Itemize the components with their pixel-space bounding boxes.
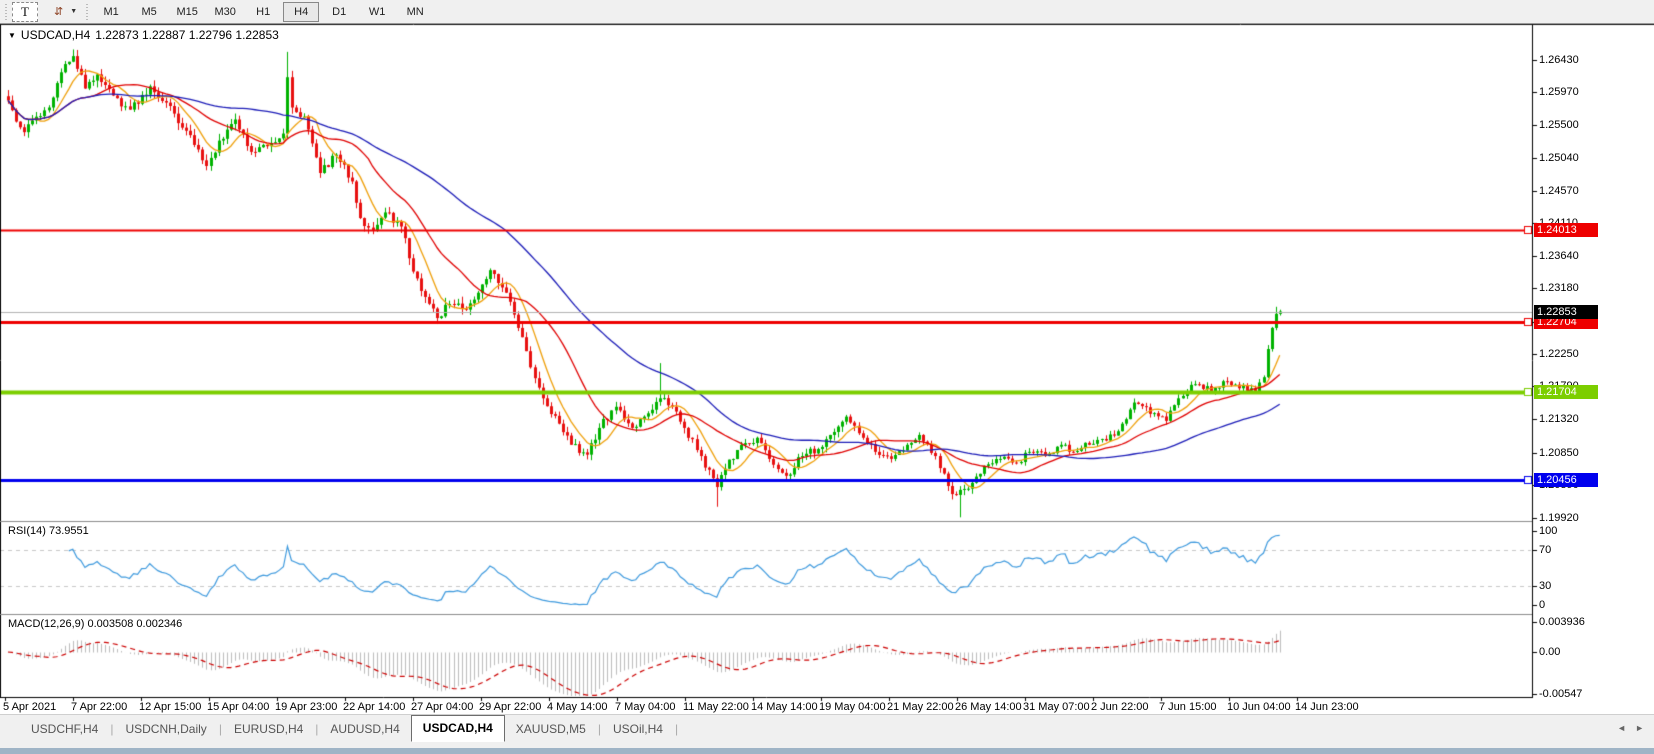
time-axis-label: 7 May 04:00	[615, 701, 676, 713]
timeframe-button-h1[interactable]: H1	[245, 2, 281, 22]
price-axis-tick-label: 1.23640	[1539, 250, 1579, 262]
time-axis-label: 29 Apr 22:00	[479, 701, 541, 713]
chart-tab-usdchf-h4[interactable]: USDCHF,H4	[20, 718, 109, 740]
time-axis-label: 31 May 07:00	[1023, 701, 1090, 713]
timeframe-button-m1[interactable]: M1	[93, 2, 129, 22]
macd-axis-label: -0.00547	[1539, 688, 1582, 700]
price-axis-tick-label: 1.23180	[1539, 282, 1579, 294]
rsi-axis-label: 30	[1539, 580, 1551, 592]
rsi-axis-label: 0	[1539, 599, 1545, 611]
chart-plot-area[interactable]	[0, 0, 1654, 754]
toolbar-grip[interactable]	[84, 4, 89, 20]
price-axis-tick-label: 1.25970	[1539, 86, 1579, 98]
chart-tab-bar: USDCHF,H4|USDCNH,Daily|EURUSD,H4|AUDUSD,…	[0, 714, 1654, 743]
timeframe-button-w1[interactable]: W1	[359, 2, 395, 22]
current-price-tag: 1.22853	[1534, 305, 1598, 319]
macd-axis-label: 0.00	[1539, 646, 1560, 658]
macd-indicator-label: MACD(12,26,9) 0.003508 0.002346	[8, 618, 182, 630]
taskbar-edge	[0, 748, 1654, 754]
tab-scroll-right-icon[interactable]: ►	[1635, 723, 1644, 733]
chart-title-ohlc: 1.22873 1.22887 1.22796 1.22853	[95, 28, 279, 42]
text-tool-button[interactable]: T	[12, 2, 38, 22]
rsi-axis-label: 100	[1539, 525, 1557, 537]
timeframe-button-m30[interactable]: M30	[207, 2, 243, 22]
timeframe-button-d1[interactable]: D1	[321, 2, 357, 22]
price-axis-tick-label: 1.21320	[1539, 413, 1579, 425]
timeframe-button-m15[interactable]: M15	[169, 2, 205, 22]
chart-tab-usoil-h4[interactable]: USOil,H4	[602, 718, 674, 740]
time-axis-label: 22 Apr 14:00	[343, 701, 405, 713]
price-axis-tick-label: 1.20850	[1539, 447, 1579, 459]
time-axis-label: 2 Jun 22:00	[1091, 701, 1149, 713]
hline-price-tag: 1.20456	[1534, 473, 1598, 487]
time-axis-label: 15 Apr 04:00	[207, 701, 269, 713]
chart-title-symbol: USDCAD,H4	[21, 28, 90, 42]
timeframe-button-m5[interactable]: M5	[131, 2, 167, 22]
timeframe-button-mn[interactable]: MN	[397, 2, 433, 22]
chart-tab-usdcnh-daily[interactable]: USDCNH,Daily	[114, 718, 217, 740]
macd-axis-label: 0.003936	[1539, 616, 1585, 628]
time-axis-label: 5 Apr 2021	[3, 701, 56, 713]
price-axis-tick-label: 1.19920	[1539, 512, 1579, 524]
time-axis-label: 19 May 04:00	[819, 701, 886, 713]
tab-separator: |	[674, 722, 679, 736]
price-axis-tick-label: 1.22250	[1539, 348, 1579, 360]
arrange-icon[interactable]: ⇵	[50, 2, 65, 22]
timeframe-toolbar: T ⇵ ▼ M1M5M15M30H1H4D1W1MN	[0, 0, 1654, 24]
time-axis-label: 27 Apr 04:00	[411, 701, 473, 713]
rsi-indicator-label: RSI(14) 73.9551	[8, 525, 89, 537]
time-axis-label: 11 May 22:00	[683, 701, 749, 713]
time-axis-label: 14 Jun 23:00	[1295, 701, 1359, 713]
chart-tab-audusd-h4[interactable]: AUDUSD,H4	[319, 718, 410, 740]
time-axis-label: 21 May 22:00	[887, 701, 954, 713]
price-axis-tick-label: 1.24570	[1539, 185, 1579, 197]
price-axis-tick-label: 1.25500	[1539, 119, 1579, 131]
price-axis-tick-label: 1.26430	[1539, 54, 1579, 66]
chart-title: ▼ USDCAD,H4 1.22873 1.22887 1.22796 1.22…	[8, 28, 279, 42]
toolbar-grip[interactable]	[3, 4, 8, 20]
chart-tab-eurusd-h4[interactable]: EURUSD,H4	[223, 718, 314, 740]
hline-price-tag: 1.21704	[1534, 385, 1598, 399]
timeframe-button-h4[interactable]: H4	[283, 2, 319, 22]
chart-tab-usdcad-h4[interactable]: USDCAD,H4	[411, 715, 505, 742]
time-axis-label: 4 May 14:00	[547, 701, 608, 713]
time-axis-label: 26 May 14:00	[955, 701, 1022, 713]
time-axis-label: 14 May 14:00	[751, 701, 818, 713]
time-axis-label: 19 Apr 23:00	[275, 701, 337, 713]
tab-scroll-left-icon[interactable]: ◄	[1617, 723, 1626, 733]
chevron-down-icon[interactable]: ▼	[66, 8, 81, 15]
time-axis-label: 7 Jun 15:00	[1159, 701, 1217, 713]
time-axis-label: 7 Apr 22:00	[71, 701, 127, 713]
hline-price-tag: 1.24013	[1534, 223, 1598, 237]
time-axis-label: 12 Apr 15:00	[139, 701, 201, 713]
chart-title-caret-icon[interactable]: ▼	[8, 31, 16, 40]
chart-tab-xauusd-m5[interactable]: XAUUSD,M5	[505, 718, 597, 740]
price-axis-tick-label: 1.25040	[1539, 152, 1579, 164]
rsi-axis-label: 70	[1539, 544, 1551, 556]
time-axis-label: 10 Jun 04:00	[1227, 701, 1291, 713]
